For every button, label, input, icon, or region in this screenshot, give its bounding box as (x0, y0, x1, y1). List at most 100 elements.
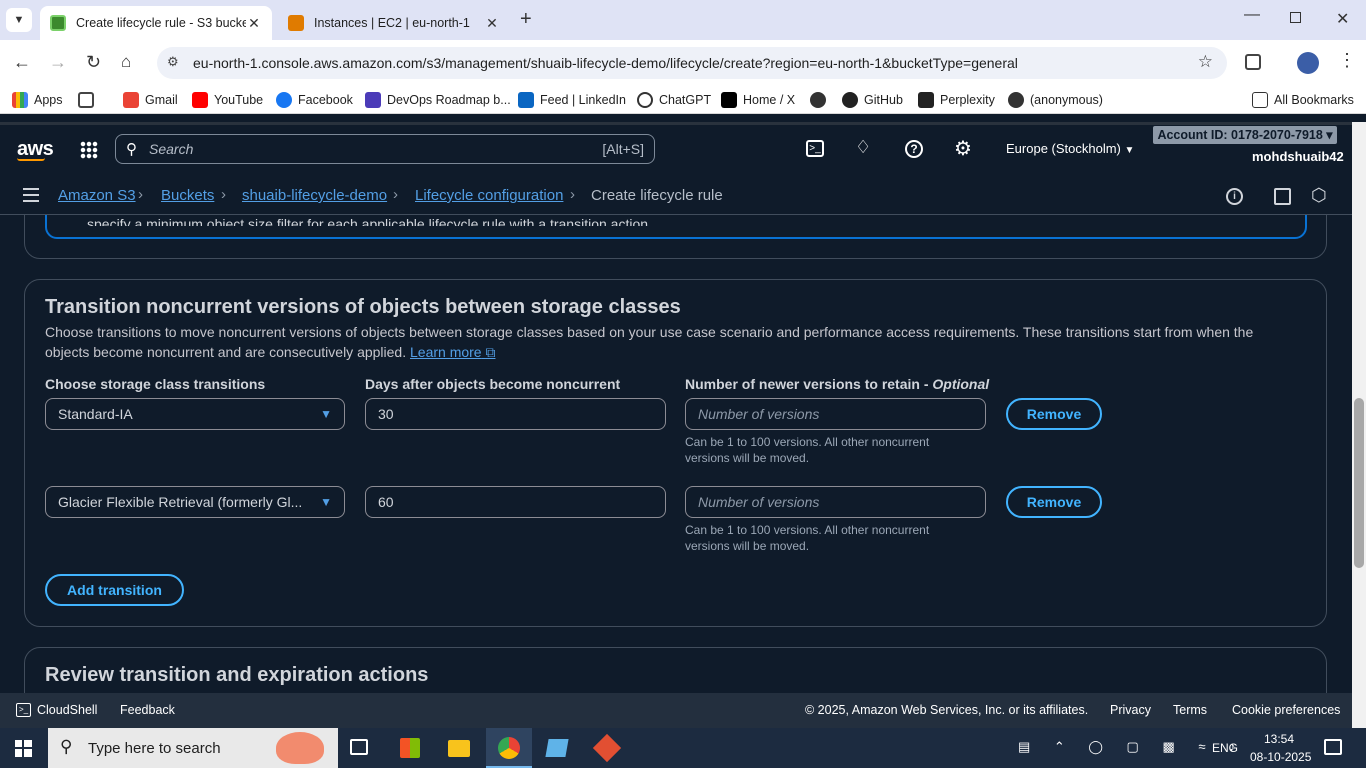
globe-icon (1008, 92, 1024, 108)
bookmark-chatgpt[interactable]: ChatGPT (637, 92, 711, 108)
tab-s3-lifecycle[interactable]: Create lifecycle rule - S3 bucket ✕ (40, 6, 272, 40)
notepad-icon[interactable] (545, 739, 569, 757)
bookmark-github[interactable]: GitHub (842, 92, 903, 108)
info-alert: specify a minimum object size filter for… (45, 215, 1307, 239)
extensions-icon[interactable] (1245, 54, 1261, 70)
section-title: Transition noncurrent versions of object… (45, 296, 681, 318)
days-input[interactable]: 60 (365, 486, 666, 518)
search-input[interactable]: ⚲ Search [Alt+S] (115, 134, 655, 164)
versions-input[interactable]: Number of versions (685, 398, 986, 430)
bookmark-devops-roadmap[interactable]: DevOps Roadmap b... (365, 92, 511, 108)
bookmark-facebook[interactable]: Facebook (276, 92, 353, 108)
region-selector[interactable]: Europe (Stockholm) ▼ (1006, 141, 1134, 156)
cloudshell-icon[interactable]: >_ (806, 140, 824, 157)
remove-button[interactable]: Remove (1006, 398, 1102, 430)
back-icon[interactable]: ← (13, 52, 31, 73)
chrome-taskbar-icon[interactable] (486, 728, 532, 768)
home-icon[interactable]: ⌂ (121, 52, 131, 72)
versions-label: Number of newer versions to retain - Opt… (685, 376, 990, 392)
aws-logo[interactable]: aws (17, 138, 54, 161)
folder-icon (1252, 92, 1268, 108)
versions-input[interactable]: Number of versions (685, 486, 986, 518)
site-info-icon[interactable]: ⚙ (167, 54, 179, 70)
breadcrumb-lifecycle-configuration[interactable]: Lifecycle configuration (415, 187, 563, 204)
forward-icon[interactable]: → (49, 52, 67, 73)
services-menu-icon[interactable] (80, 141, 98, 159)
store-icon[interactable] (400, 738, 420, 758)
gmail-icon (123, 92, 139, 108)
bookmark-anonymous[interactable]: (anonymous) (1008, 92, 1103, 108)
chrome-menu-icon[interactable]: ⋮ (1338, 50, 1356, 71)
close-tab-icon[interactable]: ✕ (246, 15, 262, 32)
breadcrumb-buckets[interactable]: Buckets (161, 187, 214, 204)
chatgpt-icon (637, 92, 653, 108)
terms-link[interactable]: Terms (1173, 703, 1207, 717)
noncurrent-transition-panel: Transition noncurrent versions of object… (24, 279, 1327, 627)
new-tab-icon[interactable]: + (520, 8, 532, 31)
breadcrumb-current: Create lifecycle rule (591, 187, 723, 204)
reload-icon[interactable]: ↻ (86, 52, 101, 73)
url-text: eu-north-1.console.aws.amazon.com/s3/man… (193, 55, 1018, 71)
file-explorer-icon[interactable] (448, 740, 470, 757)
bookmark-star-icon[interactable]: ☆ (1198, 52, 1213, 72)
review-panel: Review transition and expiration actions (24, 647, 1327, 693)
s3-favicon-icon (50, 15, 66, 31)
grid-icon[interactable] (78, 92, 100, 108)
remove-button[interactable]: Remove (1006, 486, 1102, 518)
cloudshell-icon: >_ (16, 703, 31, 717)
feedback-link[interactable]: Feedback (120, 703, 175, 717)
storage-class-select[interactable]: Standard-IA ▼ (45, 398, 345, 430)
bookmark-youtube[interactable]: YouTube (192, 92, 263, 108)
bookmark-x[interactable]: Home / X (721, 92, 795, 108)
notifications-bell-icon[interactable]: ♢ (855, 137, 871, 158)
x-icon (721, 92, 737, 108)
breadcrumb-bucket[interactable]: shuaib-lifecycle-demo (242, 187, 387, 204)
tab-ec2-instances[interactable]: Instances | EC2 | eu-north-1 ✕ (278, 6, 510, 40)
all-bookmarks[interactable]: All Bookmarks (1252, 92, 1354, 108)
panel-toggle-icon[interactable] (1274, 188, 1291, 205)
close-tab-icon[interactable]: ✕ (484, 15, 500, 32)
windows-start-icon[interactable] (15, 740, 32, 757)
bookmark-apps[interactable]: Apps (12, 92, 63, 108)
scrollbar-thumb[interactable] (1354, 398, 1364, 568)
close-window-icon[interactable]: ✕ (1336, 9, 1349, 29)
search-shortcut: [Alt+S] (602, 141, 644, 157)
privacy-link[interactable]: Privacy (1110, 703, 1151, 717)
language-indicator[interactable]: ENG (1212, 741, 1238, 755)
hexagon-settings-icon[interactable]: ⬡ (1311, 185, 1327, 206)
settings-gear-icon[interactable]: ⚙ (954, 136, 972, 161)
clock-date[interactable]: 08-10-2025 (1250, 750, 1311, 764)
account-id-badge[interactable]: Account ID: 0178-2070-7918 ▾ (1153, 126, 1337, 144)
help-icon[interactable]: ? (905, 140, 923, 158)
restore-icon[interactable] (1290, 12, 1301, 23)
storage-class-label: Choose storage class transitions (45, 376, 266, 392)
perplexity-icon (918, 92, 934, 108)
days-input[interactable]: 30 (365, 398, 666, 430)
breadcrumb-amazon-s3[interactable]: Amazon S3 (58, 187, 136, 204)
caret-down-icon: ▼ (320, 495, 332, 509)
globe-icon[interactable] (810, 92, 832, 108)
profile-avatar[interactable] (1297, 52, 1319, 74)
bookmark-linkedin[interactable]: Feed | LinkedIn (518, 92, 626, 108)
info-icon[interactable]: i (1226, 188, 1243, 205)
address-bar[interactable]: ⚙ eu-north-1.console.aws.amazon.com/s3/m… (157, 47, 1227, 79)
storage-class-select[interactable]: Glacier Flexible Retrieval (formerly Gl.… (45, 486, 345, 518)
notification-center-icon[interactable] (1324, 739, 1342, 755)
taskbar-search-input[interactable]: ⚲ Type here to search (48, 728, 338, 768)
cookie-preferences-link[interactable]: Cookie preferences (1232, 703, 1340, 717)
tab-search-button[interactable]: ▼ (6, 8, 32, 32)
learn-more-link[interactable]: Learn more ⧉ (410, 344, 495, 360)
cloudshell-button[interactable]: >_ CloudShell (16, 703, 97, 717)
minimize-icon[interactable]: — (1244, 6, 1260, 24)
chevron-right-icon: › (570, 186, 575, 203)
hamburger-menu-icon[interactable] (23, 188, 39, 202)
task-view-icon[interactable] (350, 739, 368, 755)
add-transition-button[interactable]: Add transition (45, 574, 184, 606)
search-icon: ⚲ (126, 141, 137, 158)
user-name[interactable]: mohdshuaib42 (1252, 149, 1344, 164)
alert-text: specify a minimum object size filter for… (87, 216, 652, 232)
bookmark-perplexity[interactable]: Perplexity (918, 92, 995, 108)
chevron-right-icon: › (138, 186, 143, 203)
bookmark-gmail[interactable]: Gmail (123, 92, 178, 108)
clock-time[interactable]: 13:54 (1264, 732, 1294, 746)
